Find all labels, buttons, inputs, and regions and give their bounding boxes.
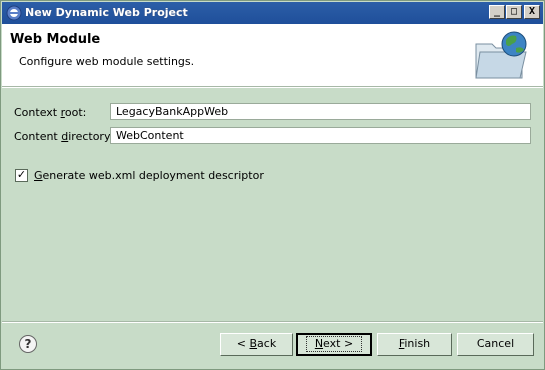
dialog-window: New Dynamic Web Project _ □ X Web Module… [0,0,545,370]
help-icon[interactable]: ? [19,335,37,353]
context-root-input[interactable]: LegacyBankAppWeb [110,103,531,120]
window-title: New Dynamic Web Project [25,6,188,19]
back-button[interactable]: < Back [220,333,293,356]
maximize-button[interactable]: □ [506,5,522,19]
wizard-header: Web Module Configure web module settings… [2,24,543,86]
context-root-label: Context root: [14,106,87,119]
generate-webxml-checkbox[interactable]: ✓ [15,169,28,182]
next-button[interactable]: Next > [296,333,372,356]
footer-divider-highlight [2,322,543,323]
content-directory-input[interactable]: WebContent [110,127,531,144]
header-divider-highlight [2,87,543,88]
page-title: Web Module [10,32,101,47]
page-description: Configure web module settings. [19,55,195,68]
folder-globe-icon [475,31,527,79]
close-button[interactable]: X [524,5,540,19]
minimize-button[interactable]: _ [489,5,505,19]
content-directory-label: Content directory: [14,130,114,143]
generate-webxml-label[interactable]: Generate web.xml deployment descriptor [34,169,264,182]
focus-ring: Next > [305,336,363,352]
title-bar[interactable]: New Dynamic Web Project _ □ X [2,2,543,24]
cancel-button[interactable]: Cancel [457,333,534,356]
eclipse-icon [6,5,22,21]
finish-button[interactable]: Finish [377,333,452,356]
